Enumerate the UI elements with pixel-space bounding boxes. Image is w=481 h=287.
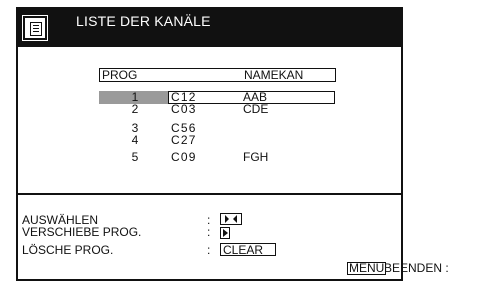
list-row[interactable]: 4 C27 [99, 134, 336, 147]
up-down-arrows-icon[interactable] [220, 213, 242, 225]
list-header: PROG NAMEKAN [99, 68, 336, 82]
right-arrow-icon[interactable] [220, 227, 230, 239]
clear-key-button[interactable]: CLEAR [220, 243, 276, 256]
channel-list[interactable]: PROG NAMEKAN 1 C12 AAB 2 C03 CDE 3 C56 4… [99, 68, 336, 164]
list-row[interactable]: 5 C09 FGH [99, 151, 336, 164]
colon: : [207, 243, 211, 257]
colon: : [207, 225, 211, 239]
row-channel: C03 [171, 102, 197, 116]
option-move-label: VERSCHIEBE PROG. [22, 225, 142, 239]
menu-key-button[interactable]: MENU [347, 262, 387, 275]
row-name: CDE [243, 102, 269, 116]
document-list-icon [22, 15, 48, 41]
column-name: NAMEKAN [244, 68, 304, 82]
window-title: LISTE DER KANÄLE [76, 13, 211, 29]
row-prog: 2 [131, 102, 139, 116]
column-prog: PROG [102, 68, 138, 82]
row-name: FGH [243, 150, 269, 164]
row-channel: C09 [171, 150, 197, 164]
row-prog: 5 [131, 150, 139, 164]
divider [18, 193, 401, 195]
menu-exit-label: BEENDEN : [384, 261, 449, 275]
row-channel: C27 [171, 133, 197, 147]
row-prog: 4 [131, 133, 139, 147]
option-delete-label: LÖSCHE PROG. [22, 243, 114, 257]
list-row[interactable]: 2 C03 CDE [99, 103, 336, 116]
clear-key-label: CLEAR [223, 243, 264, 257]
title-bar: LISTE DER KANÄLE [18, 9, 401, 47]
channel-list-window: LISTE DER KANÄLE PROG NAMEKAN 1 C12 AAB … [16, 7, 403, 281]
